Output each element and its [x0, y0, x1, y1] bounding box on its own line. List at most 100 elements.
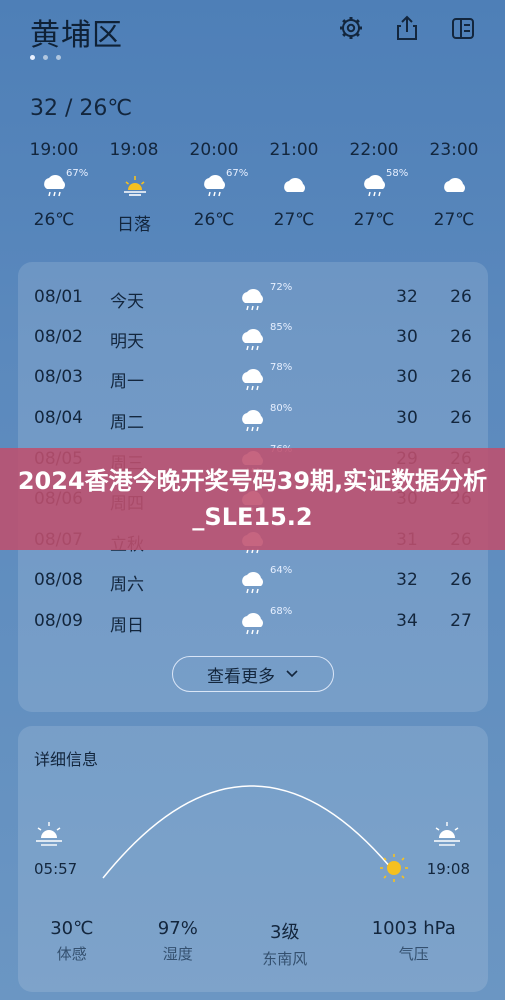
- share-icon[interactable]: [393, 14, 421, 42]
- daily-date: 08/02: [34, 327, 83, 347]
- daily-date: 08/03: [34, 367, 83, 387]
- cloud-icon: [444, 177, 465, 192]
- hourly-temp: 26℃: [33, 210, 75, 230]
- stat-value: 3级: [270, 922, 300, 943]
- stat-humidity: 97% 湿度: [158, 918, 198, 969]
- daily-high: 32: [396, 287, 418, 307]
- daily-low: 27: [450, 611, 472, 631]
- precip-probability: 80%: [270, 403, 293, 414]
- rain-cloud-icon: [238, 405, 268, 439]
- daily-day: 周二: [110, 413, 144, 433]
- hourly-item: 20:00 67% 26℃: [174, 140, 254, 235]
- hourly-item: 19:00 67% 26℃: [14, 140, 94, 235]
- precip-probability: 68%: [270, 606, 293, 617]
- daily-row[interactable]: 08/09 周日 68% 34 27: [18, 602, 488, 642]
- daily-day: 周一: [110, 372, 144, 392]
- hourly-item: 23:00 27℃: [414, 140, 494, 235]
- hourly-time: 23:00: [429, 140, 479, 160]
- precip-probability: 78%: [270, 362, 293, 373]
- daily-day: 周日: [110, 616, 144, 636]
- daily-low: 26: [450, 408, 472, 428]
- header: 黄埔区: [0, 0, 505, 70]
- hourly-temp: 26℃: [193, 210, 235, 230]
- daily-row[interactable]: 08/03 周一 78% 30 26: [18, 358, 488, 398]
- daily-day: 今天: [110, 292, 144, 312]
- daily-high: 30: [396, 408, 418, 428]
- stat-value: 1003 hPa: [371, 918, 456, 939]
- hourly-time: 22:00: [349, 140, 399, 160]
- precip-probability: 58%: [386, 168, 409, 179]
- daily-row[interactable]: 08/08 周六 64% 32 26: [18, 561, 488, 601]
- daily-low: 26: [450, 287, 472, 307]
- hourly-time: 21:00: [269, 140, 319, 160]
- stat-label: 东南风: [262, 950, 308, 968]
- view-more-button[interactable]: 查看更多: [172, 656, 334, 692]
- daily-date: 08/04: [34, 408, 83, 428]
- city-list-icon[interactable]: [449, 14, 477, 42]
- stat-feels-like: 30℃ 体感: [50, 918, 93, 969]
- daily-low: 26: [450, 367, 472, 387]
- rain-cloud-icon: [238, 567, 268, 601]
- hourly-temp: 27℃: [353, 210, 395, 230]
- hourly-temp: 27℃: [273, 210, 315, 230]
- daily-high: 30: [396, 367, 418, 387]
- stat-label: 气压: [398, 945, 429, 963]
- daily-high: 32: [396, 570, 418, 590]
- sunrise-icon: [36, 822, 62, 846]
- rain-cloud-icon: [238, 284, 268, 318]
- details-card: 详细信息 05:57 19:08 30℃ 体感 97% 湿度 3级 东南风 10…: [18, 726, 488, 992]
- page-dot: [43, 55, 48, 60]
- view-more-label: 查看更多: [207, 666, 275, 687]
- daily-day: 明天: [110, 332, 144, 352]
- city-name[interactable]: 黄埔区: [30, 10, 123, 54]
- chevron-down-icon: [286, 670, 298, 678]
- precip-probability: 67%: [66, 168, 89, 179]
- sunset-icon: [124, 176, 146, 196]
- hourly-forecast[interactable]: 19:00 67% 26℃ 19:08 日落 20:00 67% 26℃ 21:…: [14, 140, 494, 235]
- stat-value: 30℃: [50, 918, 94, 939]
- hourly-item: 22:00 58% 27℃: [334, 140, 414, 235]
- rain-cloud-icon: [238, 608, 268, 642]
- gear-icon[interactable]: [337, 14, 365, 42]
- sun-position-icon: [380, 854, 408, 882]
- top-actions: [337, 14, 477, 42]
- hourly-item: 21:00 27℃: [254, 140, 334, 235]
- rain-cloud-icon: [238, 324, 268, 358]
- daily-low: 26: [450, 570, 472, 590]
- sun-arc-chart: [36, 785, 460, 882]
- precip-probability: 85%: [270, 322, 293, 333]
- hourly-time: 19:00: [29, 140, 79, 160]
- page-dot: [56, 55, 61, 60]
- hourly-time: 20:00: [189, 140, 239, 160]
- rain-cloud-icon: [238, 364, 268, 398]
- sunset-icon: [434, 822, 460, 846]
- overlay-banner: 2024香港今晚开奖号码39期,实证数据分析_SLE15.2: [0, 448, 505, 550]
- page-dot-active: [30, 55, 35, 60]
- precip-probability: 67%: [226, 168, 249, 179]
- daily-date: 08/01: [34, 287, 83, 307]
- hourly-item: 19:08 日落: [94, 140, 174, 235]
- precip-probability: 64%: [270, 565, 293, 576]
- precip-probability: 72%: [270, 282, 293, 293]
- daily-row[interactable]: 08/04 周二 80% 30 26: [18, 399, 488, 439]
- today-temp-range: 32 / 26℃: [30, 96, 133, 121]
- page-indicator: [30, 55, 61, 60]
- sunrise-time: 05:57: [34, 860, 78, 878]
- daily-high: 34: [396, 611, 418, 631]
- daily-row[interactable]: 08/01 今天 72% 32 26: [18, 278, 488, 318]
- stat-value: 97%: [157, 918, 198, 939]
- sunset-time: 19:08: [426, 860, 470, 878]
- daily-date: 08/08: [34, 570, 83, 590]
- daily-high: 30: [396, 327, 418, 347]
- daily-day: 周六: [110, 575, 144, 595]
- weather-stats: 30℃ 体感 97% 湿度 3级 东南风 1003 hPa 气压: [18, 918, 488, 969]
- daily-date: 08/09: [34, 611, 83, 631]
- stat-pressure: 1003 hPa 气压: [372, 918, 456, 969]
- stat-label: 体感: [56, 945, 87, 963]
- hourly-temp: 27℃: [433, 210, 475, 230]
- banner-text: 2024香港今晚开奖号码39期,实证数据分析_SLE15.2: [17, 467, 488, 531]
- stat-wind: 3级 东南风: [262, 918, 307, 969]
- hourly-temp: 日落: [117, 215, 151, 235]
- hourly-time: 19:08: [109, 140, 159, 160]
- daily-row[interactable]: 08/02 明天 85% 30 26: [18, 318, 488, 358]
